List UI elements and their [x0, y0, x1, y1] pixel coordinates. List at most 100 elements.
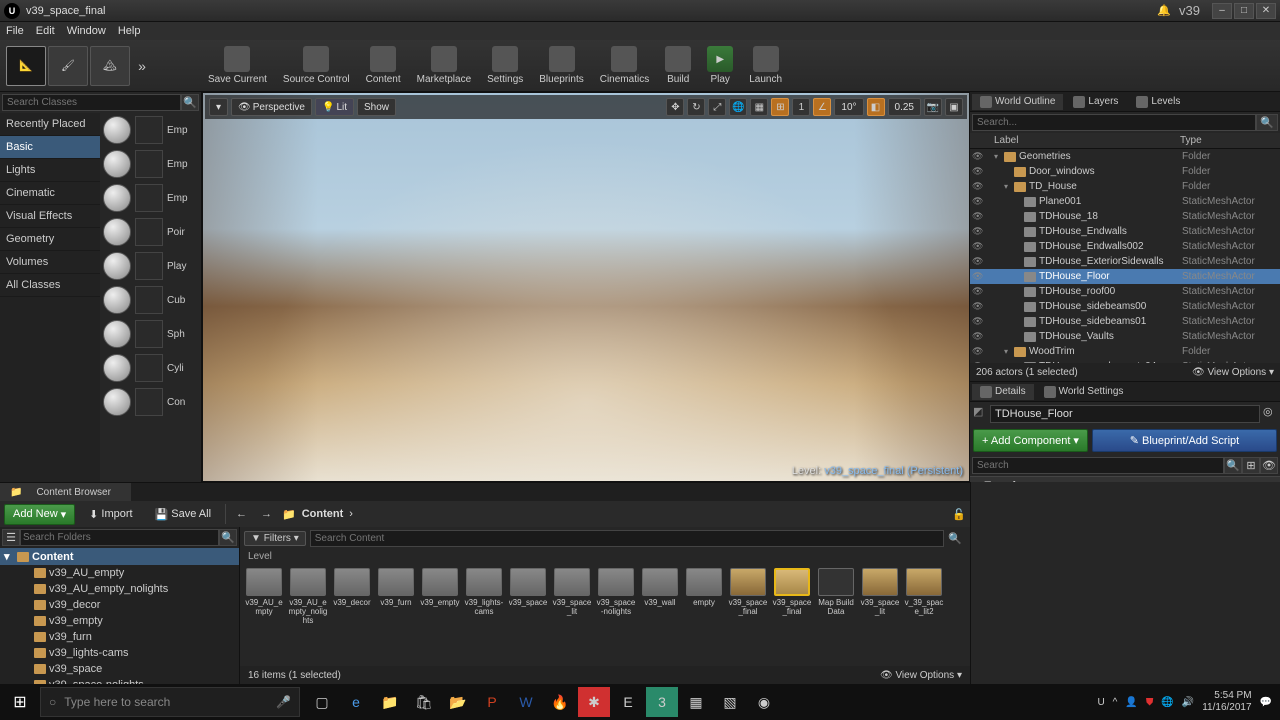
save-all-button[interactable]: 💾 Save All	[147, 505, 219, 524]
eye-icon[interactable]: 👁	[1260, 457, 1278, 474]
filters-button[interactable]: ▼ Filters ▾	[244, 531, 306, 546]
globe-icon[interactable]: 🌐	[729, 98, 747, 116]
search-icon[interactable]: 🔍	[1256, 114, 1278, 131]
minimize-button[interactable]: –	[1212, 3, 1232, 19]
content-button[interactable]: Content	[358, 42, 409, 90]
search-icon[interactable]: 🔍	[1224, 457, 1242, 474]
sources-icon[interactable]: ☰	[2, 529, 20, 546]
maximize-button[interactable]: □	[1234, 3, 1254, 19]
network-icon[interactable]: 🌐	[1161, 697, 1173, 708]
scale-value[interactable]: 0.25	[888, 98, 921, 116]
import-button[interactable]: ⬇ Import	[81, 505, 140, 524]
outliner-row[interactable]: 👁Plane001StaticMeshActor	[970, 194, 1280, 209]
folder-search-input[interactable]	[20, 529, 219, 546]
outliner-header-type[interactable]: Type	[1180, 135, 1276, 146]
outliner-view-options[interactable]: 👁 View Options ▾	[1192, 367, 1274, 378]
epic-icon[interactable]: E	[612, 687, 644, 717]
start-button[interactable]: ⊞	[0, 684, 40, 720]
outliner-row[interactable]: 👁▾TD_HouseFolder	[970, 179, 1280, 194]
folder-tree-item[interactable]: v39_decor	[0, 597, 239, 613]
search-icon[interactable]: 🔍	[219, 529, 237, 546]
taskbar-search[interactable]: ○ Type here to search 🎤	[40, 687, 300, 717]
tray-up-icon[interactable]: ^	[1113, 697, 1118, 708]
nav-forward-icon[interactable]: →	[257, 508, 276, 520]
camera-speed-icon[interactable]: 📷	[924, 98, 942, 116]
app-icon[interactable]: ✱	[578, 687, 610, 717]
folder-tree-item[interactable]: v39_space-nolights	[0, 677, 239, 684]
mic-icon[interactable]: 🎤	[276, 695, 291, 709]
content-item[interactable]: v39_decor	[332, 568, 372, 625]
details-search-input[interactable]	[972, 457, 1224, 474]
lock-icon[interactable]: 🔓	[952, 508, 966, 521]
place-item[interactable]: Cub	[100, 283, 201, 317]
content-item[interactable]: Map Build Data	[816, 568, 856, 625]
grid-snap-icon[interactable]: ⊞	[771, 98, 789, 116]
folder-tree-item[interactable]: v39_empty	[0, 613, 239, 629]
folder-tree-item[interactable]: v39_space	[0, 661, 239, 677]
category-geometry[interactable]: Geometry	[0, 228, 100, 251]
marketplace-button[interactable]: Marketplace	[409, 42, 479, 90]
outliner-row[interactable]: 👁Door_windowsFolder	[970, 164, 1280, 179]
content-item[interactable]: v39_empty	[420, 568, 460, 625]
place-item[interactable]: Emp	[100, 113, 201, 147]
add-new-button[interactable]: Add New ▾	[4, 504, 75, 525]
content-browser-tab[interactable]: 📁 Content Browser	[0, 483, 131, 501]
place-item[interactable]: Poir	[100, 215, 201, 249]
viewport-scene[interactable]	[203, 93, 969, 481]
outliner-row[interactable]: 👁TDHouse_Endwalls002StaticMeshActor	[970, 239, 1280, 254]
content-item[interactable]: v39_wall	[640, 568, 680, 625]
content-item[interactable]: v39_space_final	[772, 568, 812, 625]
menu-edit[interactable]: Edit	[36, 25, 55, 37]
tab-layers[interactable]: Layers	[1065, 94, 1126, 110]
outliner-row[interactable]: 👁TDHouse_18StaticMeshActor	[970, 209, 1280, 224]
category-lights[interactable]: Lights	[0, 159, 100, 182]
people-icon[interactable]: 👤	[1125, 697, 1137, 708]
content-item[interactable]: v39_space_lit	[552, 568, 592, 625]
content-item[interactable]: v39_space_final	[728, 568, 768, 625]
rotate-icon[interactable]: ↻	[687, 98, 705, 116]
angle-value[interactable]: 10°	[834, 98, 863, 116]
outliner-row[interactable]: 👁TDHouse_VaultsStaticMeshActor	[970, 329, 1280, 344]
show-button[interactable]: Show	[357, 98, 396, 116]
place-item[interactable]: Cyli	[100, 351, 201, 385]
save-current-button[interactable]: Save Current	[200, 42, 275, 90]
ue-tray-icon[interactable]: U	[1097, 697, 1104, 708]
modes-paint-tab[interactable]: 🖌	[48, 46, 88, 86]
locate-icon[interactable]: ◎	[1263, 405, 1277, 423]
content-item[interactable]: v39_space-nolights	[596, 568, 636, 625]
store-icon[interactable]: 🛍	[408, 687, 440, 717]
tab-details[interactable]: Details	[972, 384, 1034, 400]
folder-icon[interactable]: 📁	[282, 508, 296, 521]
source-control-button[interactable]: Source Control	[275, 42, 358, 90]
menu-help[interactable]: Help	[118, 25, 141, 37]
place-item[interactable]: Sph	[100, 317, 201, 351]
play-button[interactable]: ▶Play	[699, 42, 741, 90]
lit-button[interactable]: 💡 Lit	[315, 98, 354, 116]
content-search-input[interactable]	[310, 530, 944, 547]
modes-more-icon[interactable]: »	[132, 58, 152, 74]
volume-icon[interactable]: 🔊	[1182, 697, 1194, 708]
tab-world-outline[interactable]: World Outline	[972, 94, 1063, 110]
content-item[interactable]: v_39_space_lit2	[904, 568, 944, 625]
blueprints-button[interactable]: Blueprints	[531, 42, 591, 90]
launch-button[interactable]: Launch	[741, 42, 790, 90]
notifications-icon[interactable]: 💬	[1260, 697, 1272, 708]
modes-place-tab[interactable]: 📐	[6, 46, 46, 86]
category-recently-placed[interactable]: Recently Placed	[0, 113, 100, 136]
blueprint-button[interactable]: ✎ Blueprint/Add Script	[1092, 429, 1277, 452]
grid-value[interactable]: 1	[792, 98, 810, 116]
folder-icon[interactable]: 📂	[442, 687, 474, 717]
outliner-header-label[interactable]: Label	[974, 135, 1180, 146]
scale-icon[interactable]: ⤢	[708, 98, 726, 116]
add-component-button[interactable]: + Add Component ▾	[973, 429, 1088, 452]
search-icon[interactable]: 🔍	[181, 94, 199, 111]
content-item[interactable]: v39_AU_empty_nolights	[288, 568, 328, 625]
outliner-row[interactable]: 👁TDHouse_sidebeams00StaticMeshActor	[970, 299, 1280, 314]
outliner-row[interactable]: 👁▾WoodTrimFolder	[970, 344, 1280, 359]
edge-icon[interactable]: e	[340, 687, 372, 717]
tab-world-settings[interactable]: World Settings	[1036, 384, 1132, 400]
outliner-row[interactable]: 👁▾GeometriesFolder	[970, 149, 1280, 164]
actor-name-field[interactable]	[990, 405, 1260, 423]
notification-icon[interactable]: 🔔	[1157, 4, 1171, 17]
content-item[interactable]: v39_lights-cams	[464, 568, 504, 625]
